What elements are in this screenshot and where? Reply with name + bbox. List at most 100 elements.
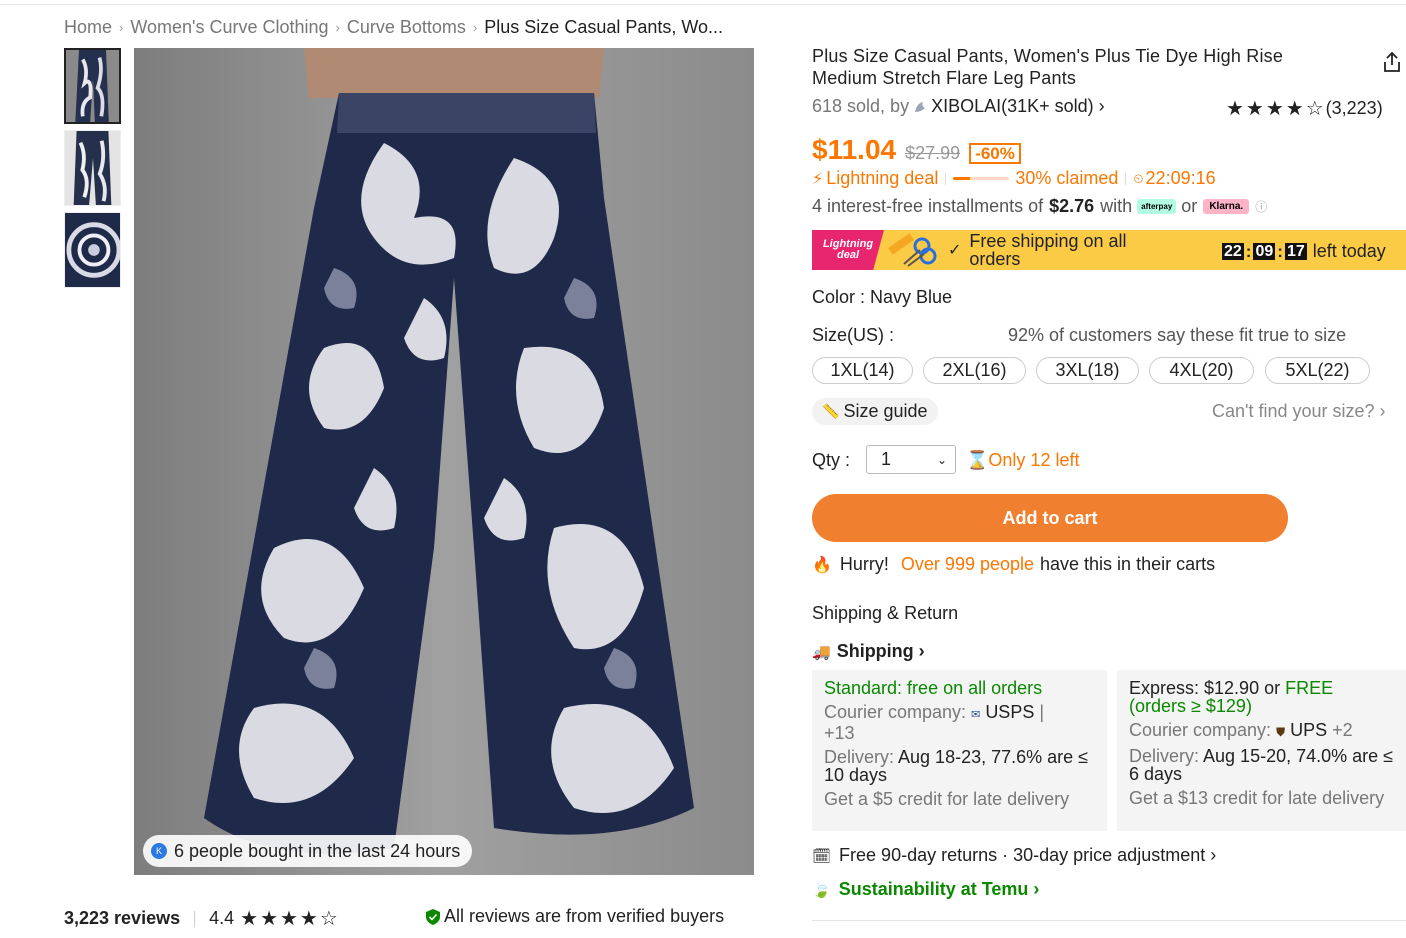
verified-buyers-note: All reviews are from verified buyers (426, 906, 724, 927)
size-option-3xl[interactable]: 3XL(18) (1036, 357, 1139, 384)
thumbnail-3[interactable] (64, 212, 121, 288)
courier-name: USPS (985, 702, 1035, 722)
shipping-link[interactable]: 🚚 Shipping › (812, 641, 925, 662)
sustainability-text: Sustainability at Temu › (838, 879, 1040, 899)
banner-countdown: 22 : 09 : 17 left today (1222, 241, 1386, 262)
cant-find-size-link[interactable]: Can't find your size? › (1212, 401, 1386, 422)
afterpay-logo: afterpay (1137, 199, 1177, 214)
hourglass-icon: ⌛ (966, 450, 989, 470)
divider (194, 910, 196, 927)
in-carts-text: have this in their carts (1040, 554, 1216, 574)
installments-or: or (1181, 196, 1198, 216)
size-option-4xl[interactable]: 4XL(20) (1149, 357, 1254, 384)
countdown-colon: : (1277, 241, 1283, 261)
countdown-minutes: 09 (1253, 243, 1276, 260)
breadcrumb-current: Plus Size Casual Pants, Wo... (484, 17, 724, 37)
store-link[interactable]: XIBOLAI(31K+ sold) › (931, 96, 1105, 117)
qty-label: Qty : (812, 450, 851, 470)
chevron-right-icon: › (335, 20, 340, 35)
installment-amount: $2.76 (1049, 196, 1095, 216)
installments-with: with (1100, 196, 1133, 216)
truck-icon: 🚚 (812, 643, 831, 661)
store-logo-icon (915, 101, 926, 112)
bought-recently-badge: K 6 people bought in the last 24 hours (143, 835, 473, 867)
countdown-colon: : (1245, 241, 1252, 261)
thumbnail-2[interactable] (64, 130, 121, 206)
top-divider (0, 4, 1406, 5)
express-shipping-card: Express: $12.90 or FREE (orders ≥ $129) … (1117, 670, 1406, 831)
sold-by-row: 618 sold, by XIBOLAI(31K+ sold) › (812, 96, 1105, 117)
breadcrumb-curve-bottoms[interactable]: Curve Bottoms (347, 17, 466, 38)
returns-link[interactable]: 🗓 Free 90-day returns · 30-day price adj… (812, 845, 1216, 866)
courier-more: | (1039, 702, 1045, 722)
delivery-label: Delivery: (1129, 746, 1200, 766)
chevron-right-icon: › (472, 20, 478, 35)
free-shipping-text: Free shipping on all orders (969, 231, 1127, 269)
late-credit-note: Get a $13 credit for late delivery (1129, 788, 1385, 808)
breadcrumb-home[interactable]: Home (64, 17, 112, 38)
size-option-1xl[interactable]: 1XL(14) (812, 357, 913, 384)
share-icon[interactable] (1380, 50, 1404, 74)
standard-shipping-card: Standard: free on all orders Courier com… (812, 670, 1107, 831)
size-guide-button[interactable]: 📏 Size guide (812, 398, 938, 425)
rating-stars: ★★★★☆ (1226, 98, 1326, 120)
thumbnail-1[interactable] (64, 48, 121, 124)
qty-value: 1 (881, 449, 892, 469)
scissors-ruler-icon (888, 233, 937, 267)
shipping-link-label: Shipping › (836, 641, 925, 661)
avatar: K (151, 843, 167, 859)
bought-recently-text: 6 people bought in the last 24 hours (174, 840, 461, 861)
flame-icon: 🔥 (812, 556, 832, 574)
courier-label: Courier company: (824, 702, 967, 722)
stock-left-text: ⌛Only 12 left (966, 450, 1079, 471)
courier-name: UPS (1290, 720, 1328, 740)
size-option-5xl[interactable]: 5XL(22) (1265, 357, 1370, 384)
reviews-stars: ★★★★☆ (240, 908, 340, 930)
sustainability-link[interactable]: 🍃 Sustainability at Temu › (812, 879, 1039, 900)
qty-select[interactable]: 1 ⌄ (866, 445, 956, 474)
people-count: Over 999 people (900, 554, 1035, 574)
installments-row: 4 interest-free installments of $2.76 wi… (812, 196, 1267, 217)
check-icon: ✓ (948, 242, 962, 259)
countdown-seconds: 17 (1284, 243, 1307, 260)
usps-logo-icon: ✉ (971, 709, 981, 721)
lightning-deal-label: Lightning deal (826, 168, 939, 188)
color-selection: Color : Navy Blue (812, 287, 953, 307)
divider (945, 172, 947, 185)
lightning-deal-badge: Lightning deal (812, 230, 884, 270)
section-divider (812, 920, 1406, 921)
info-icon[interactable]: ⓘ (1255, 198, 1267, 215)
size-label: Size(US) : (812, 325, 895, 345)
ruler-icon: 📏 (822, 403, 840, 419)
klarna-logo: Klarna. (1203, 199, 1250, 214)
lightning-icon: ⚡ (812, 170, 824, 188)
reviews-count[interactable]: 3,223 reviews (64, 908, 180, 929)
express-shipping-title: Express: $12.90 or (1129, 678, 1286, 698)
product-title: Plus Size Casual Pants, Women's Plus Tie… (812, 46, 1284, 88)
original-price: $27.99 (905, 143, 961, 163)
countdown-hours: 22 (1222, 243, 1244, 260)
current-price: $11.04 (812, 134, 897, 165)
sold-count: 618 sold, by (812, 96, 910, 116)
fit-true-to-size: 92% of customers say these fit true to s… (1008, 325, 1347, 345)
chevron-right-icon: › (119, 20, 124, 35)
size-option-2xl[interactable]: 2XL(16) (923, 357, 1026, 384)
reviews-summary: 3,223 reviews 4.4 ★★★★☆ (64, 906, 340, 931)
product-main-image[interactable] (134, 48, 754, 875)
reviews-score: 4.4 (209, 908, 235, 928)
discount-badge: -60% (969, 143, 1021, 164)
claimed-text: 30% claimed (1015, 168, 1119, 188)
product-rating[interactable]: ★★★★☆ (3,223) (1226, 96, 1383, 121)
hurry-notice: 🔥 Hurry! Over 999 people have this in th… (812, 554, 1215, 575)
breadcrumb-womens-curve[interactable]: Women's Curve Clothing (130, 17, 328, 38)
returns-icon: 🗓 (812, 847, 832, 865)
delivery-label: Delivery: (824, 747, 895, 767)
lightning-deal-row: ⚡ Lightning deal 30% claimed ⏲ 22:09:16 (812, 168, 1216, 189)
courier-extra-count: +13 (824, 723, 855, 743)
returns-text: Free 90-day returns · 30-day price adjus… (839, 845, 1217, 865)
breadcrumb: Home › Women's Curve Clothing › Curve Bo… (64, 17, 723, 38)
hurry-label: Hurry! (839, 554, 889, 574)
late-credit-note: Get a $5 credit for late delivery (824, 789, 1070, 809)
chevron-down-icon: ⌄ (936, 452, 947, 467)
add-to-cart-button[interactable]: Add to cart (812, 494, 1288, 542)
